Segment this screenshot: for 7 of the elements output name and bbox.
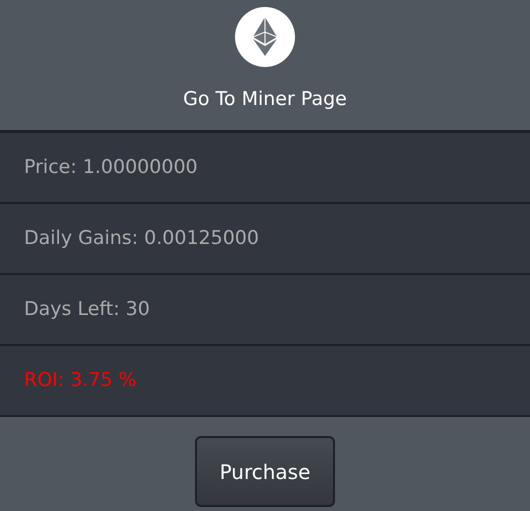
stat-text: Daily Gains: 0.00125000 xyxy=(24,226,259,252)
purchase-button[interactable]: Purchase xyxy=(195,436,335,507)
miner-page-link[interactable]: Go To Miner Page xyxy=(183,85,347,114)
stat-text: Days Left: 30 xyxy=(24,297,150,322)
stat-text: ROI: 3.75 % xyxy=(24,368,137,394)
ethereum-logo-icon xyxy=(235,7,295,67)
stat-text: Price: 1.00000000 xyxy=(24,155,198,180)
